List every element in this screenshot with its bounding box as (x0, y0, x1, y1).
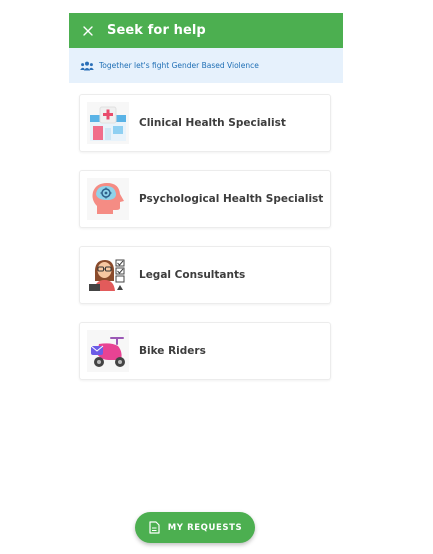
service-card-psychological[interactable]: Psychological Health Specialist (79, 170, 331, 228)
close-button[interactable] (69, 13, 107, 48)
close-icon (83, 25, 93, 36)
service-card-clinical[interactable]: Clinical Health Specialist (79, 94, 331, 152)
service-card-legal[interactable]: Legal Consultants (79, 246, 331, 304)
service-label: Clinical Health Specialist (139, 117, 286, 129)
page-title: Seek for help (107, 23, 206, 38)
service-label: Psychological Health Specialist (139, 193, 324, 205)
delivery-scooter-icon (85, 328, 131, 374)
app-bar: Seek for help (69, 13, 343, 48)
info-banner: Together let's fight Gender Based Violen… (69, 48, 343, 83)
service-label: Legal Consultants (139, 269, 246, 281)
banner-text: Together let's fight Gender Based Violen… (99, 61, 259, 70)
my-requests-button[interactable]: MY REQUESTS (135, 512, 255, 543)
hospital-icon (85, 100, 131, 146)
document-icon (148, 521, 160, 534)
people-group-icon (80, 61, 94, 71)
service-card-bike-riders[interactable]: Bike Riders (79, 322, 331, 380)
service-label: Bike Riders (139, 345, 206, 357)
brain-head-icon (85, 176, 131, 222)
app-screen: Seek for help Together let's fight Gende… (69, 13, 343, 554)
my-requests-label: MY REQUESTS (167, 522, 243, 533)
legal-consultant-icon (85, 252, 131, 298)
